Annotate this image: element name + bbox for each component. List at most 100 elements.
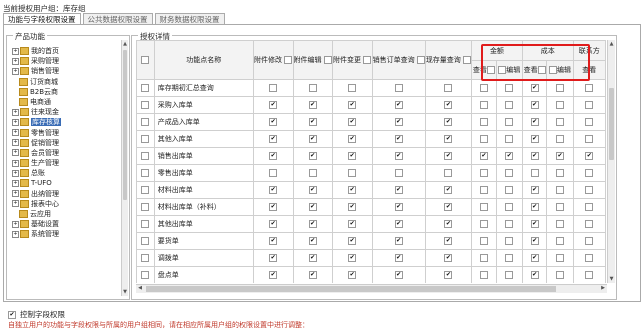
col-header-checkbox[interactable] <box>416 56 425 64</box>
amount-checkbox[interactable] <box>479 186 488 194</box>
permission-checkbox[interactable] <box>269 118 278 126</box>
control-field-permission[interactable]: 控制字段权限 <box>8 309 65 320</box>
permission-checkbox[interactable] <box>308 220 317 228</box>
tree-node[interactable]: + 系统管理 <box>9 229 127 239</box>
cutoff-checkbox[interactable] <box>585 84 594 92</box>
permission-checkbox[interactable] <box>348 152 357 160</box>
amount-checkbox[interactable] <box>505 203 514 211</box>
cutoff-checkbox[interactable] <box>585 186 594 194</box>
cutoff-checkbox[interactable] <box>585 271 594 279</box>
cost-checkbox[interactable] <box>556 220 565 228</box>
permission-checkbox[interactable] <box>394 118 403 126</box>
expand-icon[interactable]: + <box>12 139 19 147</box>
permission-checkbox[interactable] <box>308 237 317 245</box>
cost-checkbox[interactable] <box>530 186 539 194</box>
amount-checkbox[interactable] <box>505 254 514 262</box>
grid-hscroll-thumb[interactable] <box>146 286 556 292</box>
amount-checkbox[interactable] <box>479 101 488 109</box>
permission-checkbox[interactable] <box>308 169 317 177</box>
amount-checkbox[interactable] <box>479 135 488 143</box>
permission-checkbox[interactable] <box>269 220 278 228</box>
select-all-header[interactable] <box>136 40 155 80</box>
permission-checkbox[interactable] <box>348 101 357 109</box>
permission-checkbox[interactable] <box>444 186 453 194</box>
cost-checkbox[interactable] <box>556 135 565 143</box>
cutoff-checkbox[interactable] <box>585 254 594 262</box>
col-header-checkbox[interactable] <box>363 56 372 64</box>
tree-node[interactable]: + 报表中心 <box>9 199 127 209</box>
permission-checkbox[interactable] <box>269 101 278 109</box>
permission-checkbox[interactable] <box>348 254 357 262</box>
amount-checkbox[interactable] <box>505 152 514 160</box>
table-row[interactable]: 盘点单 <box>136 266 606 283</box>
cost-checkbox[interactable] <box>556 84 565 92</box>
permission-checkbox[interactable] <box>308 203 317 211</box>
cutoff-checkbox[interactable] <box>585 135 594 143</box>
permission-checkbox[interactable] <box>444 271 453 279</box>
expand-icon[interactable]: + <box>12 179 19 187</box>
amount-checkbox[interactable] <box>479 237 488 245</box>
control-field-checkbox[interactable] <box>8 310 16 319</box>
permission-checkbox[interactable] <box>394 169 403 177</box>
expand-icon[interactable]: + <box>12 200 19 208</box>
expand-icon[interactable]: + <box>12 169 19 177</box>
permission-checkbox[interactable] <box>269 84 278 92</box>
col-header-checkbox[interactable] <box>463 56 471 64</box>
amount-checkbox[interactable] <box>505 186 514 194</box>
permission-checkbox[interactable] <box>394 84 403 92</box>
amount-checkbox[interactable] <box>479 152 488 160</box>
row-select-checkbox[interactable] <box>141 220 150 228</box>
permission-checkbox[interactable] <box>308 152 317 160</box>
amount-checkbox[interactable] <box>479 203 488 211</box>
amount-checkbox[interactable] <box>479 118 488 126</box>
permission-checkbox[interactable] <box>269 135 278 143</box>
permission-checkbox[interactable] <box>308 135 317 143</box>
expand-icon[interactable]: + <box>12 47 19 55</box>
tree-node[interactable]: + 我的首页 <box>9 46 127 56</box>
tree-scroll-thumb[interactable] <box>123 50 127 200</box>
cutoff-checkbox[interactable] <box>585 169 594 177</box>
row-select-checkbox[interactable] <box>141 254 150 262</box>
permission-checkbox[interactable] <box>348 135 357 143</box>
amount-checkbox[interactable] <box>505 237 514 245</box>
permission-checkbox[interactable] <box>394 101 403 109</box>
cost-checkbox[interactable] <box>530 271 539 279</box>
grid-vertical-scrollbar[interactable]: ▲ ▼ <box>607 40 615 283</box>
permission-checkbox[interactable] <box>348 203 357 211</box>
table-row[interactable]: 库存期初汇总查询 <box>136 79 606 97</box>
grid-scroll-up-icon[interactable]: ▲ <box>608 40 615 48</box>
permission-checkbox[interactable] <box>394 152 403 160</box>
grid-scroll-thumb[interactable] <box>609 88 614 160</box>
cost-checkbox[interactable] <box>556 203 565 211</box>
table-row[interactable]: 采购入库单 <box>136 96 606 114</box>
permission-checkbox[interactable] <box>444 220 453 228</box>
cost-checkbox[interactable] <box>530 237 539 245</box>
expand-icon[interactable]: + <box>12 159 19 167</box>
grid-horizontal-scrollbar[interactable]: ◀ ▶ <box>136 284 607 293</box>
tree-node[interactable]: 电商通 <box>9 97 127 107</box>
expand-icon[interactable]: + <box>12 220 19 228</box>
permission-checkbox[interactable] <box>269 169 278 177</box>
scroll-up-icon[interactable]: ▲ <box>122 40 128 48</box>
permission-checkbox[interactable] <box>444 101 453 109</box>
permission-checkbox[interactable] <box>269 254 278 262</box>
tree-node[interactable]: 云应用 <box>9 209 127 219</box>
table-row[interactable]: 调拨单 <box>136 249 606 267</box>
permission-checkbox[interactable] <box>394 254 403 262</box>
permission-checkbox[interactable] <box>269 237 278 245</box>
tree-vertical-scrollbar[interactable]: ▲ ▼ <box>121 40 128 296</box>
permission-checkbox[interactable] <box>444 237 453 245</box>
permission-checkbox[interactable] <box>348 237 357 245</box>
permission-checkbox[interactable] <box>394 271 403 279</box>
cost-checkbox[interactable] <box>556 254 565 262</box>
permission-checkbox[interactable] <box>308 101 317 109</box>
tree-node[interactable]: + 零售管理 <box>9 128 127 138</box>
amount-checkbox[interactable] <box>479 169 488 177</box>
cost-checkbox[interactable] <box>530 220 539 228</box>
permission-checkbox[interactable] <box>269 186 278 194</box>
cutoff-checkbox[interactable] <box>585 203 594 211</box>
cost-checkbox[interactable] <box>530 101 539 109</box>
cutoff-checkbox[interactable] <box>585 152 594 160</box>
expand-icon[interactable]: + <box>12 190 19 198</box>
row-select-checkbox[interactable] <box>141 118 150 126</box>
